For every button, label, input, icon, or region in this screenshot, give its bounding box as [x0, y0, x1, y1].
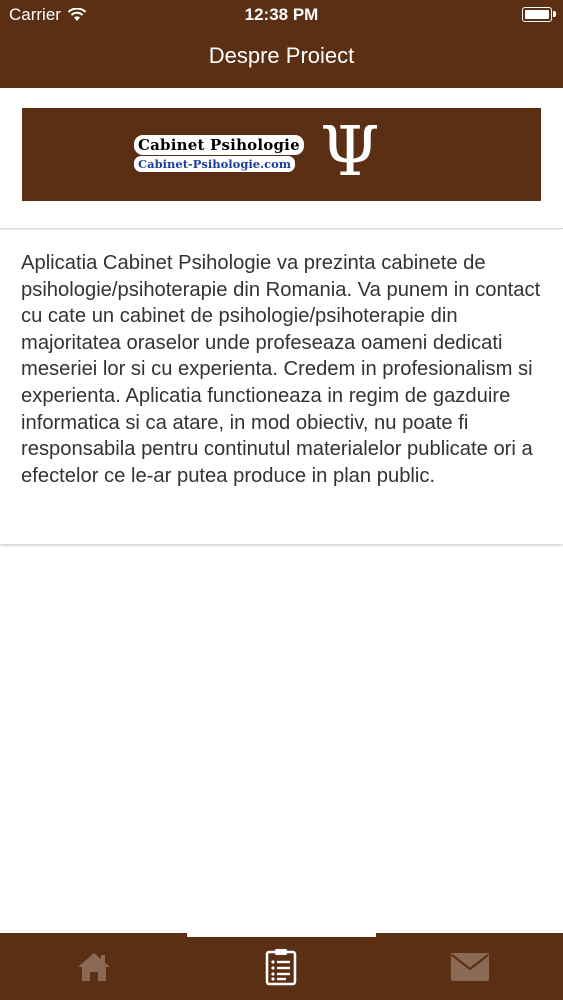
navigation-bar: Carrier 12:38 PM Despre Proiect [0, 0, 563, 88]
tab-contact[interactable] [376, 933, 563, 1000]
tab-bar [0, 933, 563, 1000]
logo-title: Cabinet Psihologie [134, 135, 304, 155]
home-icon [77, 952, 110, 981]
tab-about-project[interactable] [187, 933, 374, 1000]
status-time: 12:38 PM [244, 5, 319, 24]
clipboard-icon [265, 948, 296, 985]
logo-text: Cabinet Psihologie Cabinet-Psihologie.co… [134, 135, 304, 172]
tab-home[interactable] [0, 933, 187, 1000]
banner-card: Cabinet Psihologie Cabinet-Psihologie.co… [0, 88, 563, 229]
mail-icon [450, 952, 489, 981]
battery-icon [522, 7, 556, 22]
psi-symbol-icon: Ψ [320, 113, 380, 192]
logo-url: Cabinet-Psihologie.com [134, 156, 295, 172]
status-bar: Carrier 12:38 PM [0, 0, 563, 30]
project-description: Aplicatia Cabinet Psihologie va prezinta… [21, 252, 541, 487]
description-card: Aplicatia Cabinet Psihologie va prezinta… [0, 230, 563, 544]
logo-banner: Cabinet Psihologie Cabinet-Psihologie.co… [22, 108, 541, 201]
selected-tab-indicator [187, 933, 376, 937]
page-title: Despre Proiect [208, 43, 355, 68]
